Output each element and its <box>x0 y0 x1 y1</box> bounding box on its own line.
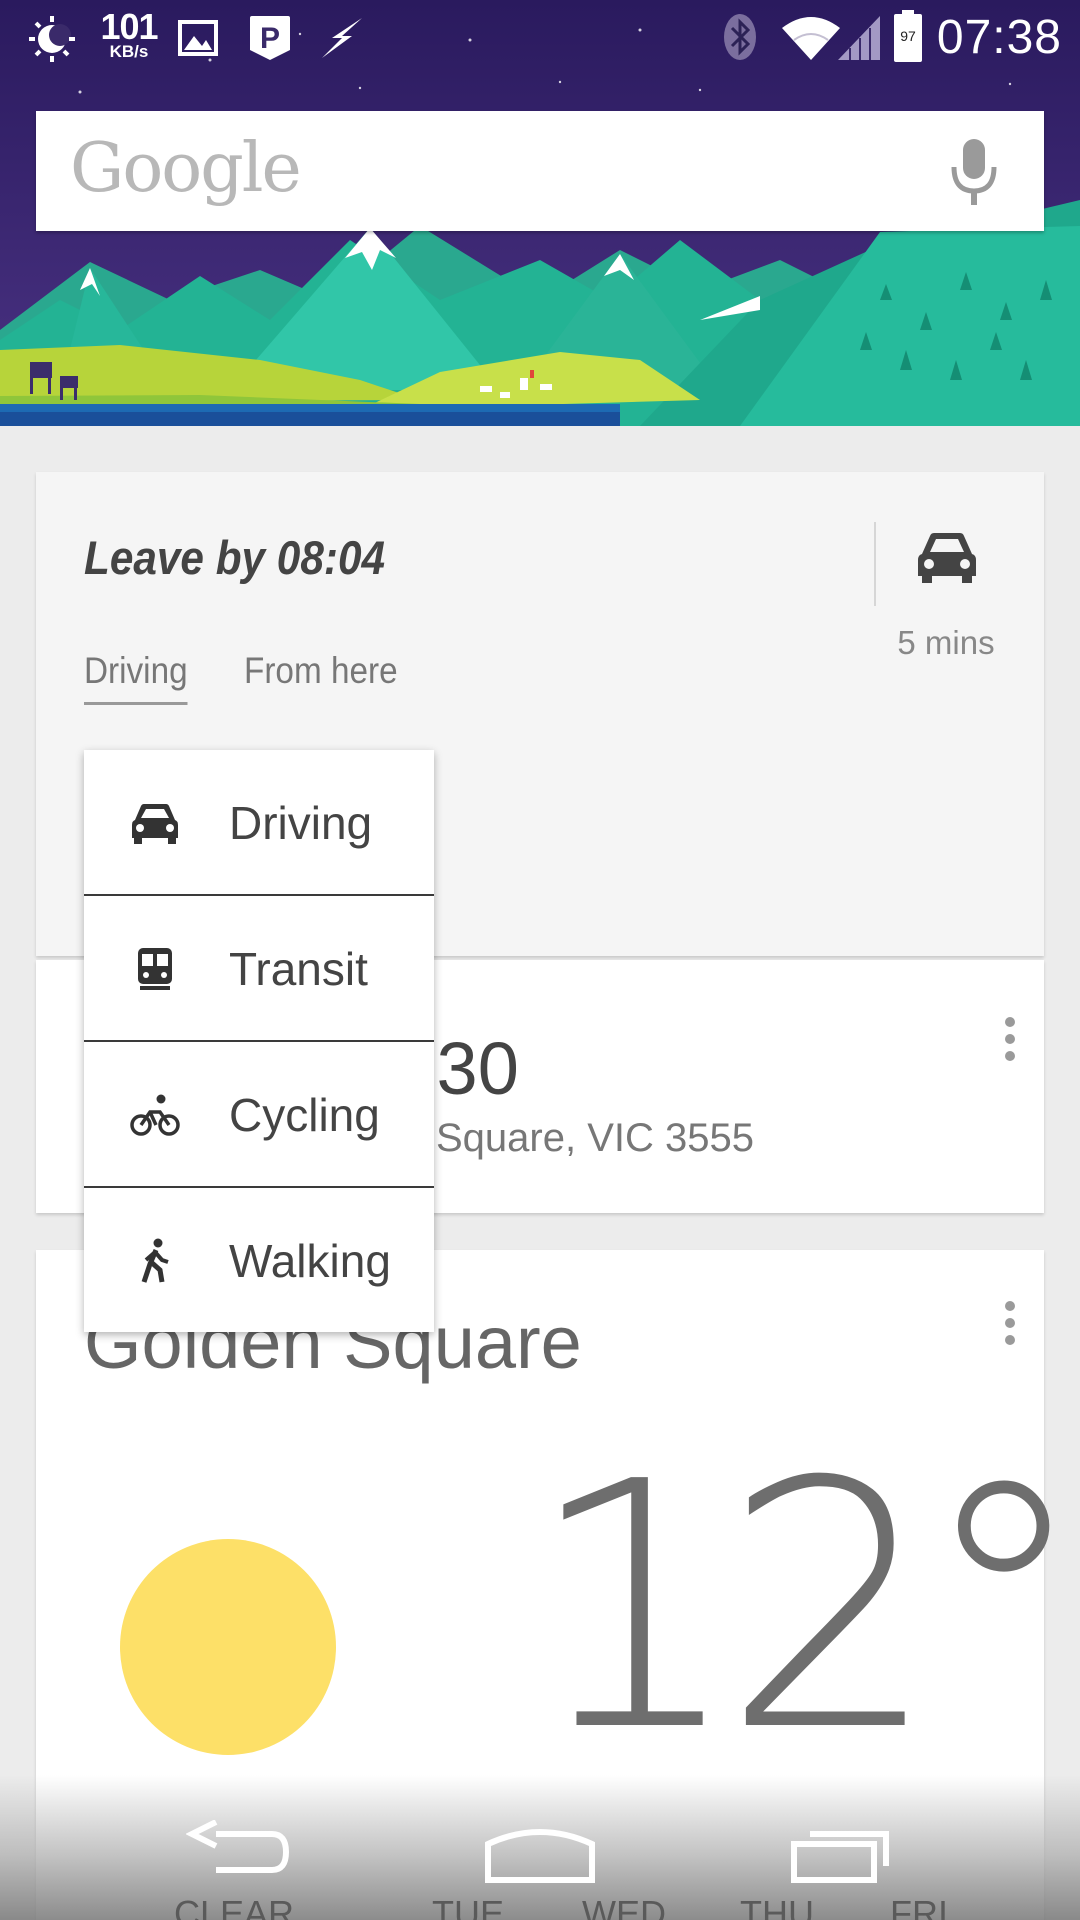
bluetooth-icon <box>724 14 756 60</box>
header-illustration: 101 KB/s P 97 07:38 Google <box>0 0 1080 426</box>
forecast-day-label: TUE <box>432 1893 504 1920</box>
car-icon <box>132 804 178 844</box>
lightning-icon <box>322 18 362 58</box>
event-location: Square, VIC 3555 <box>436 1116 754 1160</box>
origin-selector[interactable]: From here <box>244 650 398 692</box>
forecast-day-label: FRI <box>890 1893 948 1920</box>
menu-item-label: Transit <box>229 943 368 995</box>
search-bar[interactable]: Google <box>36 111 1044 231</box>
recent-apps-icon[interactable] <box>790 1820 894 1884</box>
car-icon <box>918 533 976 583</box>
parking-icon: P <box>250 16 290 60</box>
signal-icon <box>838 16 880 60</box>
leave-by-title: Leave by 08:04 <box>84 531 386 584</box>
travel-mode-selector[interactable]: Driving <box>84 650 188 705</box>
svg-text:P: P <box>260 22 280 55</box>
image-icon <box>178 20 218 56</box>
menu-item-label: Driving <box>229 797 373 849</box>
menu-item-label: Cycling <box>229 1089 380 1141</box>
walking-icon <box>141 1238 169 1283</box>
back-icon[interactable] <box>186 1820 292 1884</box>
wifi-icon <box>782 17 840 60</box>
status-bar: 101 KB/s P 97 07:38 <box>0 0 1080 76</box>
battery-level: 97 <box>900 28 916 44</box>
commute-divider <box>874 522 876 606</box>
network-speed-value: 101 <box>100 6 158 47</box>
forecast-days: CLEAR TUE WED THU FRI <box>0 1893 1080 1920</box>
menu-item-driving[interactable]: Driving <box>84 750 434 896</box>
forecast-day-label: CLEAR <box>174 1893 295 1920</box>
more-options-icon[interactable] <box>1004 1300 1016 1346</box>
menu-item-cycling[interactable]: Cycling <box>84 1042 434 1188</box>
sun-icon <box>120 1539 336 1755</box>
travel-mode-menu: Driving Transit Cycling Walking <box>84 750 434 1332</box>
menu-item-label: Walking <box>229 1235 391 1287</box>
network-speed: 101 KB/s <box>99 6 159 61</box>
train-icon <box>138 948 172 990</box>
forecast-day-label: WED <box>582 1893 666 1920</box>
mic-icon[interactable] <box>948 137 1000 209</box>
menu-item-transit[interactable]: Transit <box>84 896 434 1042</box>
status-time: 07:38 <box>936 11 1062 64</box>
bicycle-icon <box>130 1094 180 1136</box>
brightness-icon <box>29 16 75 62</box>
google-logo: Google <box>70 129 302 208</box>
home-icon[interactable] <box>484 1820 596 1884</box>
menu-item-walking[interactable]: Walking <box>84 1188 434 1330</box>
more-options-icon[interactable] <box>1004 1016 1016 1062</box>
forecast-day-label: THU <box>740 1893 814 1920</box>
commute-duration: 5 mins <box>897 624 995 661</box>
temperature: 12° <box>526 1410 1080 1806</box>
